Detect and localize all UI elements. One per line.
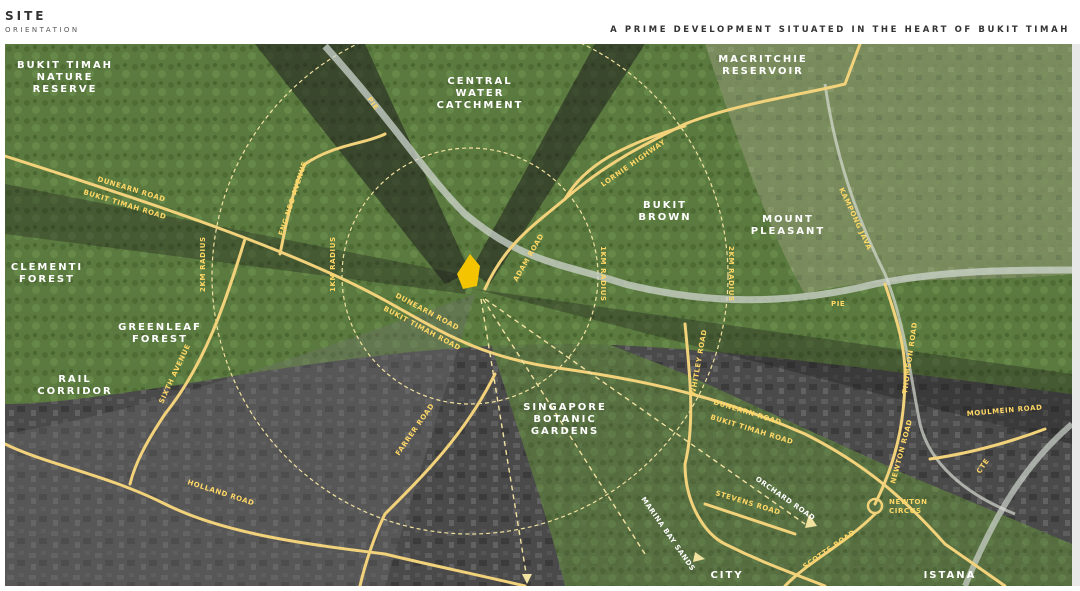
svg-text:PLEASANT: PLEASANT [751,226,825,237]
label-bukit-brown: BUKIT [643,200,687,211]
road-label-newton-circus: NEWTON [889,498,928,506]
svg-text:BROWN: BROWN [638,212,691,223]
label-mount-pleasant: MOUNT [762,214,814,225]
label-bukit-timah-nature-reserve: BUKIT TIMAH [17,60,113,71]
radius-label-2km-west: 2KM RADIUS [199,236,207,292]
label-greenleaf-forest: GREENLEAF [118,322,202,333]
radius-label-1km-east: 1KM RADIUS [599,246,607,302]
right-edge-strip [1072,44,1080,586]
label-macritchie-reservoir: MACRITCHIE [718,54,808,65]
svg-text:FOREST: FOREST [19,274,75,285]
page-subtitle: ORIENTATION [5,26,80,34]
svg-text:WATER: WATER [456,88,505,99]
label-clementi-forest: CLEMENTI [11,262,83,273]
svg-text:CORRIDOR: CORRIDOR [37,386,112,397]
svg-text:CATCHMENT: CATCHMENT [437,100,524,111]
svg-text:NATURE: NATURE [37,72,94,83]
road-label-pie-east: PIE [831,300,845,308]
label-istana: ISTANA [924,570,977,581]
svg-text:FOREST: FOREST [132,334,188,345]
svg-text:GARDENS: GARDENS [531,426,599,437]
label-city: CITY [710,570,743,581]
svg-text:CIRCUS: CIRCUS [889,507,922,515]
site-orientation-map[interactable]: BUKIT TIMAH NATURE RESERVE CENTRAL WATER… [5,44,1072,586]
radius-label-2km-east: 2KM RADIUS [727,246,735,302]
page-title: SITE [5,9,47,23]
page-tagline: A PRIME DEVELOPMENT SITUATED IN THE HEAR… [610,25,1070,35]
svg-text:RESERVOIR: RESERVOIR [722,66,804,77]
label-singapore-botanic-gardens: SINGAPORE [523,402,607,413]
svg-text:BOTANIC: BOTANIC [533,414,596,425]
svg-text:RESERVE: RESERVE [33,84,98,95]
radius-label-1km-west: 1KM RADIUS [329,236,337,292]
label-rail-corridor: RAIL [58,374,92,385]
label-central-water-catchment: CENTRAL [447,76,512,87]
